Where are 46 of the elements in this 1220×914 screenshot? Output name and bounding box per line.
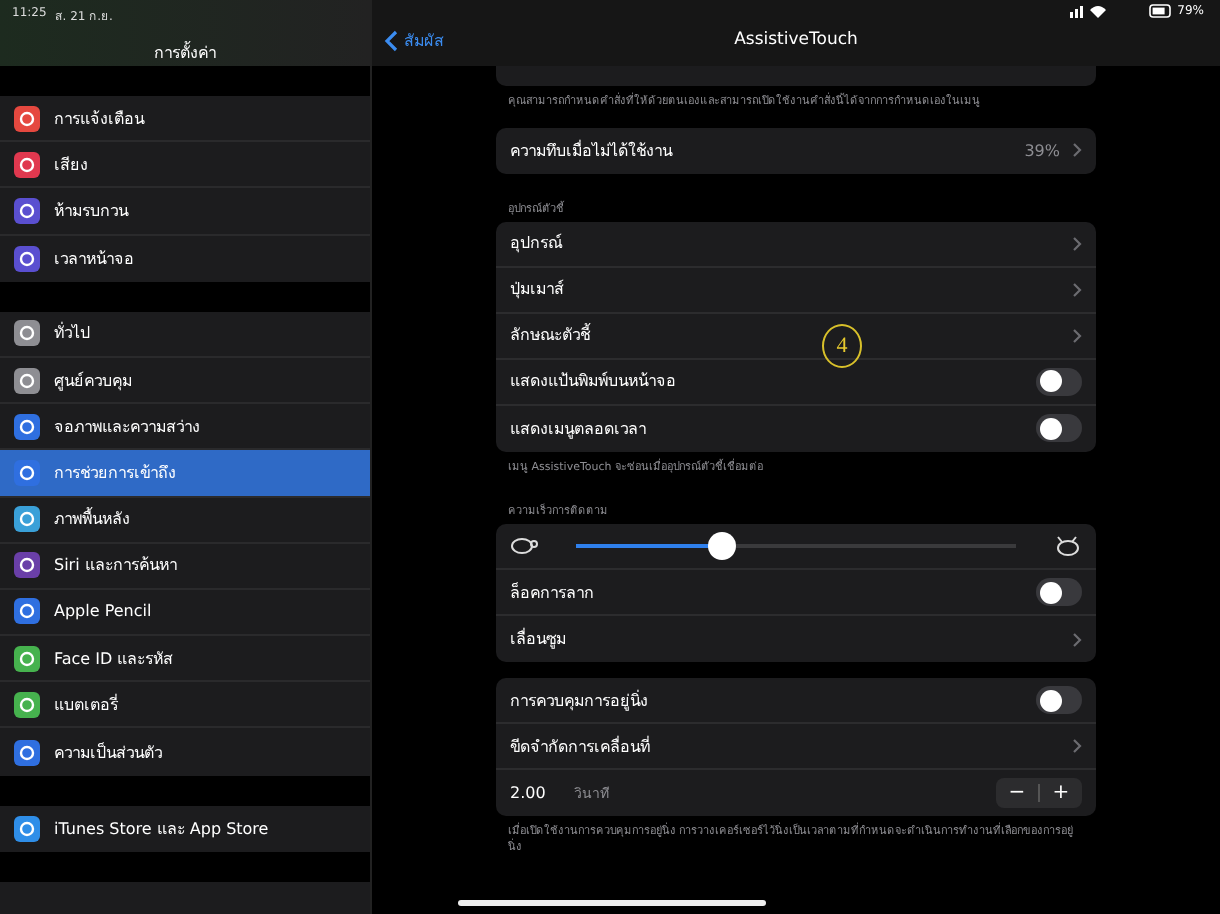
row-label[interactable]: ความทึบเมื่อไม่ได้ใช้งาน <box>510 137 672 164</box>
row-label[interactable]: อุปกรณ์ <box>510 230 562 257</box>
sidebar-item[interactable]: Face ID และรหัส <box>0 636 370 683</box>
toggle-switch[interactable] <box>1036 367 1082 396</box>
row-label[interactable]: ลักษณะตัวชี้ <box>510 322 590 349</box>
sidebar-item[interactable]: iTunes Store และ App Store <box>0 805 370 852</box>
rabbit-icon <box>1054 536 1082 557</box>
status-icons <box>1069 4 1174 18</box>
sidebar-item[interactable]: ภาพพื้นหลัง <box>0 497 370 544</box>
row-label: แสดงแป้นพิมพ์บนหน้าจอ <box>510 369 676 395</box>
chevron-left-icon <box>384 29 398 51</box>
chevron-right-icon[interactable] <box>1072 738 1082 755</box>
toggle-switch[interactable] <box>1036 578 1082 607</box>
row-label: แสดงเมนูตลอดเวลา <box>510 417 646 442</box>
sidebar-item[interactable]: แบตเตอรี่ <box>0 682 370 729</box>
row-value: 39% <box>1024 141 1060 160</box>
row-label: ล็อคการลาก <box>510 580 594 606</box>
row-label[interactable]: ปุ่มเมาส์ <box>510 276 564 303</box>
increment-button[interactable]: + <box>1040 782 1082 805</box>
sidebar-item[interactable]: ทั่วไป <box>0 311 370 358</box>
toggle-switch[interactable] <box>1036 414 1082 443</box>
row-label: การควบคุมการอยู่นิ่ง <box>510 688 648 714</box>
row-label[interactable]: ขีดจำกัดการเคลื่อนที่ <box>510 733 650 760</box>
sidebar-item[interactable]: ความเป็นส่วนตัว <box>0 728 370 776</box>
sidebar-item[interactable]: การแจ้งเตือน <box>0 96 370 143</box>
row-label[interactable]: เลื่อนซูม <box>510 626 566 653</box>
handwritten-annotation: 4 <box>822 324 862 368</box>
sidebar-item[interactable]: Siri และการค้นหา <box>0 543 370 590</box>
chevron-right-icon[interactable] <box>1072 142 1082 159</box>
chevron-right-icon[interactable] <box>1072 631 1082 648</box>
sidebar-title: การตั้งค่า <box>152 40 218 66</box>
page-title: AssistiveTouch <box>734 30 858 50</box>
chevron-right-icon[interactable] <box>1072 235 1082 252</box>
sidebar-item[interactable]: เวลาหน้าจอ <box>0 235 370 282</box>
sidebar-item[interactable]: การช่วยการเข้าถึง <box>0 450 370 497</box>
sidebar-item[interactable]: ศูนย์ควบคุม <box>0 357 370 405</box>
sidebar-item[interactable]: เสียง <box>0 142 370 189</box>
back-button[interactable]: สัมผัส <box>372 27 456 53</box>
toggle-switch[interactable] <box>1036 686 1082 715</box>
duration-value: 2.00 <box>510 784 546 803</box>
chevron-right-icon[interactable] <box>1072 327 1082 344</box>
decrement-button[interactable]: − <box>996 782 1038 805</box>
sidebar-item[interactable]: ห้ามรบกวน <box>0 188 370 236</box>
chevron-right-icon[interactable] <box>1072 281 1082 298</box>
turtle-icon <box>510 536 538 557</box>
sidebar-item[interactable]: Apple Pencil <box>0 589 370 637</box>
